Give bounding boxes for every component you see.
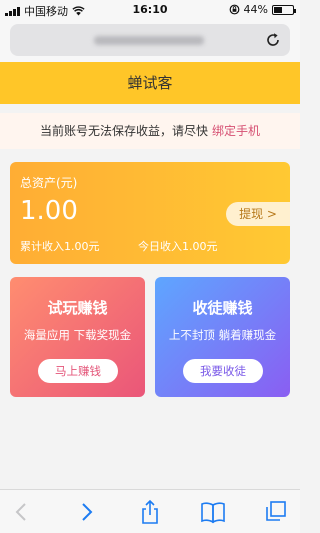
trial-earn-card[interactable]: 试玩赚钱 海量应用 下载奖现金 马上赚钱 — [10, 277, 145, 397]
asset-amount: 1.00 — [20, 196, 78, 226]
forward-icon[interactable] — [72, 499, 100, 525]
today-income: 今日收入1.00元 — [138, 240, 218, 253]
address-bar[interactable] — [10, 24, 290, 56]
battery-percent: 44% — [243, 3, 268, 16]
trial-desc: 海量应用 下载奖现金 — [23, 328, 132, 342]
browser-toolbar — [0, 489, 300, 533]
blurred-url — [94, 36, 204, 45]
notice-text: 当前账号无法保存收益，请尽快 — [39, 124, 208, 138]
bind-phone-link[interactable]: 绑定手机 — [212, 124, 260, 138]
withdraw-button[interactable]: 提现 > — [226, 202, 290, 226]
share-icon[interactable] — [136, 499, 164, 525]
trial-title: 试玩赚钱 — [47, 299, 108, 317]
page-title: 蝉试客 — [0, 62, 300, 104]
battery-fill — [274, 6, 282, 13]
asset-card: 总资产(元) 1.00 累计收入1.00元 今日收入1.00元 提现 > — [10, 162, 290, 264]
status-right: 44% — [229, 3, 296, 16]
back-icon[interactable] — [8, 499, 36, 525]
recruit-button[interactable]: 我要收徒 — [183, 359, 263, 383]
reload-icon[interactable] — [264, 31, 282, 49]
invite-title: 收徒赚钱 — [192, 299, 253, 317]
browser-address-area — [0, 20, 300, 62]
status-bar: 中国移动 16:10 44% — [0, 0, 300, 20]
cumulative-income: 累计收入1.00元 — [20, 240, 100, 253]
invite-desc: 上不封顶 躺着赚现金 — [168, 328, 277, 342]
asset-label: 总资产(元) — [20, 176, 78, 190]
bookmarks-icon[interactable] — [199, 499, 227, 525]
notice-banner: 当前账号无法保存收益，请尽快 绑定手机 — [0, 113, 300, 149]
invite-earn-card[interactable]: 收徒赚钱 上不封顶 躺着赚现金 我要收徒 — [155, 277, 290, 397]
tabs-icon[interactable] — [262, 499, 290, 525]
earn-now-button[interactable]: 马上赚钱 — [38, 359, 118, 383]
orientation-lock-icon — [229, 4, 239, 15]
battery-icon — [272, 4, 296, 15]
